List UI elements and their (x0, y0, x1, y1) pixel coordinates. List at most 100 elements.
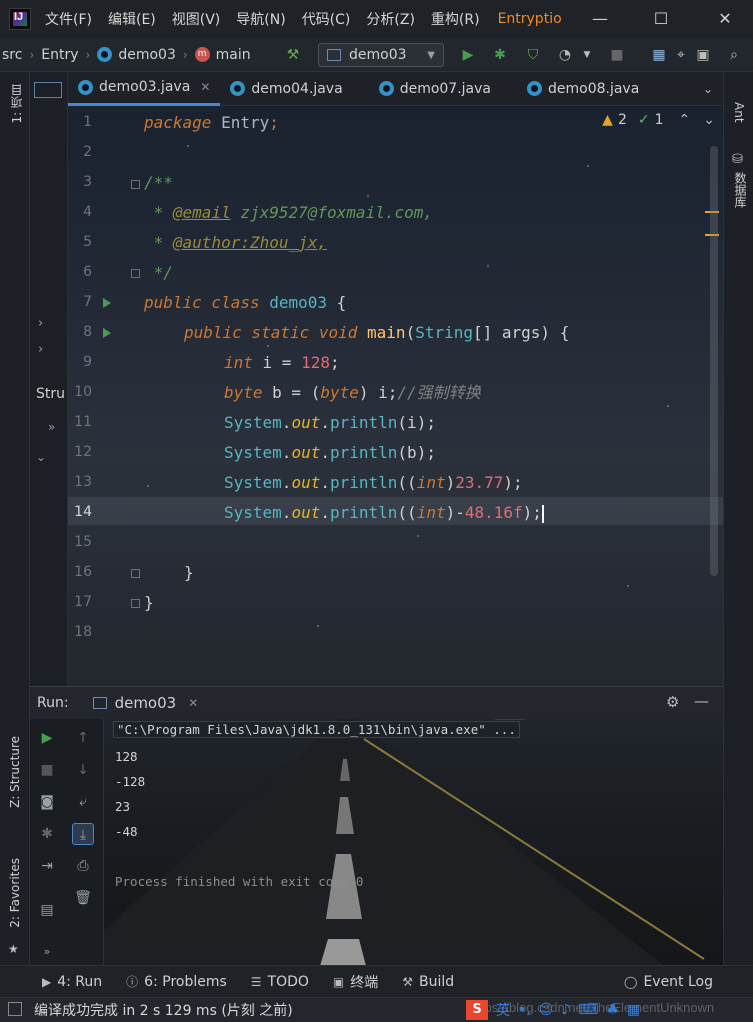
chevron-double-right-icon[interactable]: » (36, 941, 58, 963)
project-structure-icon[interactable]: ▦ (650, 46, 668, 64)
debug-icon[interactable]: ✱ (491, 46, 509, 64)
chevron-up-icon[interactable]: ⌃ (679, 112, 691, 128)
menu-analyze[interactable]: 分析(Z) (366, 9, 415, 29)
chevron-down-icon[interactable]: ⌄ (703, 112, 715, 128)
search-icon[interactable]: ⌕ (725, 46, 743, 64)
stop-icon[interactable]: ■ (36, 759, 58, 781)
class-icon (78, 79, 93, 95)
chevron-down-icon[interactable]: ⌄ (703, 82, 713, 96)
minimize-icon[interactable]: — (589, 8, 611, 30)
inspection-widget[interactable]: ▲ 2 ✓ 1 ⌃ ⌄ (602, 112, 715, 128)
toggle-tool-windows-icon[interactable] (8, 1002, 22, 1016)
exit-icon[interactable]: ⇥ (36, 855, 58, 877)
tab-demo08[interactable]: demo08.java (517, 72, 649, 106)
skin-icon[interactable]: ♣ (606, 1002, 619, 1018)
breadcrumb-src[interactable]: src (2, 47, 22, 63)
emoji-icon[interactable]: ☺ (539, 1002, 554, 1018)
menu-refactor[interactable]: 重构(R) (431, 9, 480, 29)
close-tab-icon[interactable]: ✕ (200, 80, 210, 94)
structure-tab[interactable]: Stru (36, 386, 65, 402)
ime-toolbar[interactable]: S 英 •, ☺ ♪ ⌨ ♣ ▦ (466, 999, 640, 1021)
build-hammer-icon[interactable]: ⚒ (284, 46, 302, 64)
console-output[interactable]: "C:\Program Files\Java\jdk1.8.0_131\bin\… (103, 719, 723, 966)
line-number: 15 (74, 534, 92, 550)
run-icon[interactable]: ▶ (459, 46, 477, 64)
run-tool-button[interactable]: ▶ 4: Run (42, 974, 102, 990)
menu-code[interactable]: 代码(C) (302, 9, 351, 29)
profile-icon[interactable]: ◔ (556, 46, 574, 64)
terminal-window-icon[interactable]: ▣ (694, 46, 712, 64)
close-window-icon[interactable]: ✕ (714, 8, 736, 30)
problems-tool-button[interactable]: ⓘ 6: Problems (126, 973, 227, 990)
coverage-icon[interactable]: ⛉ (524, 46, 542, 64)
line-number: 12 (74, 444, 92, 460)
run-gutter-icon[interactable] (103, 328, 111, 338)
chevron-right-icon[interactable]: › (38, 316, 43, 331)
breadcrumb-main[interactable]: m main (194, 47, 251, 63)
search-everywhere-icon[interactable]: ⌖ (672, 46, 690, 64)
tab-demo04[interactable]: demo04.java (220, 72, 352, 106)
ant-tool-button[interactable]: Ant (732, 102, 746, 123)
favorites-tool-button[interactable]: 2: Favorites (8, 858, 22, 928)
close-tab-icon[interactable]: ✕ (188, 696, 198, 710)
menu-edit[interactable]: 编辑(E) (108, 9, 156, 29)
sogou-logo-icon: S (466, 1000, 488, 1020)
punctuation-icon[interactable]: •, (518, 1002, 531, 1018)
line-number: 9 (83, 354, 92, 370)
minimize-panel-icon[interactable]: — (694, 692, 709, 710)
fold-icon[interactable] (131, 599, 140, 608)
code-line-17: } (144, 593, 154, 612)
status-bar: 编译成功完成 in 2 s 129 ms (片刻 之前) https://blo… (0, 997, 753, 1022)
terminal-tool-button[interactable]: ▣ 终端 (333, 972, 378, 992)
chevron-double-right-icon[interactable]: » (48, 420, 55, 434)
menu-navigate[interactable]: 导航(N) (236, 9, 285, 29)
line-number: 1 (83, 114, 92, 130)
arrow-up-icon[interactable]: ↑ (72, 727, 94, 749)
database-tool-button[interactable]: 数据库 (732, 172, 749, 208)
stop-icon[interactable]: ■ (608, 46, 626, 64)
layout-icon[interactable]: ▤ (36, 899, 58, 921)
run-tab-demo03[interactable]: demo03 ✕ (92, 694, 198, 712)
line-number: 5 (83, 234, 92, 250)
fold-icon[interactable] (131, 180, 140, 189)
chevron-down-icon[interactable]: ⌄ (36, 450, 46, 464)
chevron-right-icon[interactable]: › (38, 342, 43, 357)
breadcrumb-entry[interactable]: Entry (41, 47, 78, 63)
menu-bar: IJ 文件(F) 编辑(E) 视图(V) 导航(N) 代码(C) 分析(Z) 重… (0, 0, 753, 38)
todo-tool-button[interactable]: ☰ TODO (251, 974, 309, 990)
structure-tool-button[interactable]: Z: Structure (8, 736, 22, 808)
run-tool-window: Run: demo03 ✕ ⚙ — ▶ ■ ◙ ✱ ⇥ ▤ » ↑ ↓ ⤶ ⤓ … (30, 686, 723, 966)
code-editor[interactable]: 1 2 3 4 5 6 7 8 9 10 11 12 13 14 15 16 1… (68, 106, 723, 686)
run-gutter-icon[interactable] (103, 298, 111, 308)
fold-icon[interactable] (131, 269, 140, 278)
fold-icon[interactable] (131, 569, 140, 578)
keyboard-icon[interactable]: ⌨ (578, 1002, 598, 1018)
trash-icon[interactable]: 🗑 (72, 887, 94, 909)
project-tool-button[interactable]: 1: 项目 (8, 84, 25, 124)
debug-icon[interactable]: ✱ (36, 823, 58, 845)
class-icon (378, 81, 394, 96)
maximize-icon[interactable]: ☐ (650, 8, 672, 30)
build-tool-button[interactable]: ⚒ Build (402, 974, 454, 990)
gear-icon[interactable]: ⚙ (666, 693, 679, 711)
microphone-icon[interactable]: ♪ (561, 1002, 570, 1018)
print-icon[interactable]: ⎙ (72, 855, 94, 877)
menu-view[interactable]: 视图(V) (172, 9, 221, 29)
run-configuration-select[interactable]: demo03 ▼ (318, 43, 444, 67)
toolbox-icon[interactable]: ▦ (627, 1002, 640, 1018)
breadcrumb-demo03[interactable]: demo03 (97, 47, 176, 63)
arrow-down-icon[interactable]: ↓ (72, 759, 94, 781)
ime-mode[interactable]: 英 (496, 1000, 510, 1020)
event-log-button[interactable]: ◯ Event Log (624, 974, 713, 990)
soft-wrap-icon[interactable]: ⤶ (72, 791, 94, 813)
chevron-down-icon[interactable]: ▼ (578, 46, 596, 64)
menu-file[interactable]: 文件(F) (45, 9, 92, 29)
scroll-to-end-icon[interactable]: ⤓ (72, 823, 94, 845)
tab-demo03[interactable]: demo03.java ✕ (68, 72, 221, 106)
editor-scrollbar[interactable] (710, 146, 718, 576)
project-view-icon[interactable] (34, 82, 62, 98)
code-line-4: * @email zjx9527@foxmail.com, (144, 203, 433, 222)
tab-demo07[interactable]: demo07.java (369, 72, 501, 106)
camera-icon[interactable]: ◙ (36, 791, 58, 813)
rerun-icon[interactable]: ▶ (36, 727, 58, 749)
